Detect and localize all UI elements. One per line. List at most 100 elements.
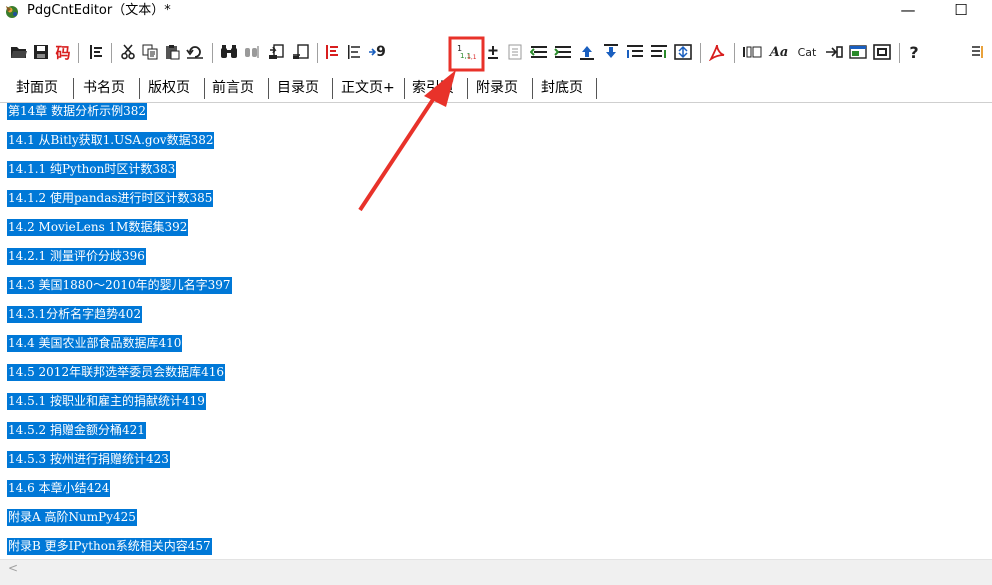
page-flip-icon: [269, 44, 284, 59]
tab-index[interactable]: 索引页: [412, 77, 454, 99]
plus-minus-icon: [488, 46, 498, 59]
import-button[interactable]: [823, 40, 845, 64]
toolbar-separator: [317, 43, 319, 63]
tab-divider: [467, 78, 468, 99]
horizontal-scrollbar[interactable]: <: [0, 559, 992, 577]
tab-contents[interactable]: 目录页: [277, 77, 319, 99]
level-up-icon: [627, 45, 643, 58]
toolbar-separator: [212, 43, 214, 63]
paste-button[interactable]: [162, 40, 182, 64]
toc-line[interactable]: 14.2 MovieLens 1M数据集392: [7, 219, 189, 236]
tab-divider: [268, 78, 269, 99]
window-title: PdgCntEditor（文本）*: [27, 3, 171, 18]
toolbar-separator: [111, 43, 113, 63]
tab-body-active[interactable]: 正文页+: [341, 77, 395, 99]
tab-copyright[interactable]: 版权页: [148, 77, 190, 99]
tab-divider: [596, 78, 597, 99]
toc-line[interactable]: 附录B 更多IPython系统相关内容457: [7, 538, 212, 555]
tab-divider: [532, 78, 533, 99]
format-icon: [972, 46, 983, 58]
cut-button[interactable]: [118, 40, 138, 64]
format-button[interactable]: [968, 40, 988, 64]
toc-line[interactable]: 14.1.1 纯Python时区计数383: [7, 161, 177, 178]
add-entry-button[interactable]: [483, 40, 503, 64]
toc-line[interactable]: 14.5.3 按州进行捐赠统计423: [7, 451, 170, 468]
replace-button[interactable]: [242, 40, 264, 64]
toolbar-separator: [734, 43, 736, 63]
binoculars-icon: [221, 45, 237, 58]
toc-line[interactable]: 第14章 数据分析示例382: [7, 103, 147, 120]
bookmark-button[interactable]: [86, 40, 106, 64]
help-button[interactable]: ?: [904, 40, 924, 64]
tab-divider: [404, 78, 405, 99]
minimize-button[interactable]: —: [885, 0, 931, 22]
font-button[interactable]: Aa: [767, 40, 791, 64]
merge-up-icon: [530, 46, 547, 58]
code-button[interactable]: 码: [53, 40, 73, 64]
columns-button[interactable]: [740, 40, 764, 64]
merge-down-button[interactable]: [552, 40, 574, 64]
tab-back-cover[interactable]: 封底页: [541, 77, 583, 99]
text-editor-area[interactable]: 第14章 数据分析示例382 14.1 从Bitly获取1.USA.gov数据3…: [0, 102, 992, 559]
replace-icon: [245, 46, 259, 58]
tab-divider: [204, 78, 205, 99]
preview-button[interactable]: [871, 40, 893, 64]
document-button[interactable]: [505, 40, 525, 64]
bookmark-list-icon: [90, 45, 102, 59]
scroll-left-arrow[interactable]: <: [8, 561, 18, 576]
code-label: 码: [55, 43, 71, 62]
toc-line[interactable]: 14.5 2012年联邦选举委员会数据库416: [7, 364, 225, 381]
toc-line[interactable]: 14.3.1分析名字趋势402: [7, 306, 143, 323]
catalog-button[interactable]: Cat: [794, 40, 820, 64]
tab-preface[interactable]: 前言页: [212, 77, 254, 99]
find-button[interactable]: [218, 40, 240, 64]
page-number-insert-icon: 11,11,1: [457, 44, 477, 61]
tab-appendix[interactable]: 附录页: [476, 77, 518, 99]
level-down-button[interactable]: [648, 40, 670, 64]
tab-title-page[interactable]: 书名页: [83, 77, 125, 99]
undo-button[interactable]: [184, 40, 206, 64]
level-reset-button[interactable]: [672, 40, 694, 64]
move-down-icon: [604, 44, 618, 58]
toc-line[interactable]: 附录A 高阶NumPy425: [7, 509, 137, 526]
move-up-icon: [580, 46, 594, 60]
toolbar-separator: [700, 43, 702, 63]
move-down-button[interactable]: [600, 40, 622, 64]
toc-line[interactable]: 14.1 从Bitly获取1.USA.gov数据382: [7, 132, 215, 149]
indent-button[interactable]: [344, 40, 364, 64]
merge-down-icon: [554, 46, 571, 58]
copy-button[interactable]: [140, 40, 160, 64]
window-button[interactable]: [847, 40, 869, 64]
page-number-button[interactable]: 9: [366, 40, 388, 64]
tab-cover[interactable]: 封面页: [16, 77, 58, 99]
toolbar: 码 9 1 1,1 1,1 Aa Cat ?: [0, 38, 992, 68]
svg-text:1,1: 1,1: [467, 54, 477, 61]
move-up-button[interactable]: [576, 40, 598, 64]
toc-line[interactable]: 14.2.1 测量评价分歧396: [7, 248, 146, 265]
import-icon: [826, 46, 843, 58]
pdf-button[interactable]: [706, 40, 728, 64]
level-up-button[interactable]: [624, 40, 646, 64]
page-insert-button[interactable]: [290, 40, 312, 64]
help-label: ?: [909, 42, 919, 62]
save-button[interactable]: [31, 40, 51, 64]
toc-line[interactable]: 14.3 美国1880～2010年的婴儿名字397: [7, 277, 232, 294]
align-left-button[interactable]: [322, 40, 342, 64]
window-icon: [849, 45, 867, 59]
title-bar: PdgCntEditor（文本）* — ☐: [0, 0, 992, 24]
toc-line[interactable]: 14.6 本章小结424: [7, 480, 111, 497]
toc-line[interactable]: 14.4 美国农业部食品数据库410: [7, 335, 183, 352]
maximize-button[interactable]: ☐: [938, 0, 984, 22]
tab-divider: [332, 78, 333, 99]
cat-label: Cat: [797, 45, 817, 59]
number-label: 9: [376, 44, 386, 60]
page-number-insert-button[interactable]: 1 1,1 1,1: [450, 40, 484, 64]
tab-divider: [139, 78, 140, 99]
toolbar-separator: [78, 43, 80, 63]
open-folder-button[interactable]: [9, 40, 29, 64]
page-flip-button[interactable]: [266, 40, 288, 64]
toc-line[interactable]: 14.5.2 捐赠金额分桶421: [7, 422, 146, 439]
toc-line[interactable]: 14.5.1 按职业和雇主的捐献统计419: [7, 393, 206, 410]
toc-line[interactable]: 14.1.2 使用pandas进行时区计数385: [7, 190, 214, 207]
merge-up-button[interactable]: [528, 40, 550, 64]
